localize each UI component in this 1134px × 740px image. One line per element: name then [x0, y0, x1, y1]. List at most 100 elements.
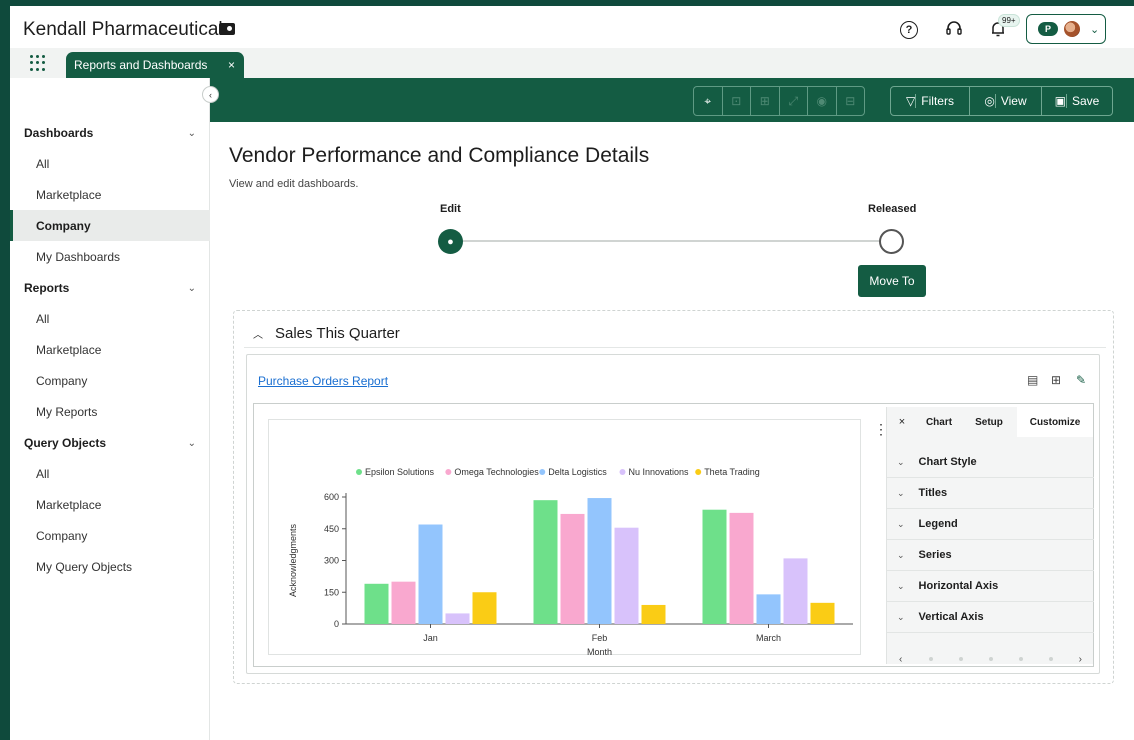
- workflow-track: [462, 240, 882, 242]
- widget-settings-icon[interactable]: ⊞: [751, 87, 780, 115]
- section-header[interactable]: ︿ Sales This Quarter: [253, 325, 400, 342]
- chevron-down-icon: ⌄: [897, 580, 905, 591]
- chevron-right-icon[interactable]: ›: [1079, 654, 1082, 665]
- legend-swatch: [619, 469, 626, 475]
- chevron-down-icon: ⌄: [187, 127, 196, 139]
- bar: [587, 498, 612, 624]
- sidebar-item-my-dashboards[interactable]: My Dashboards: [10, 241, 210, 272]
- bar: [641, 604, 666, 624]
- save-button[interactable]: ▣ Save: [1042, 87, 1112, 115]
- sidebar-section-query-objects[interactable]: Query Objects ⌄: [10, 428, 210, 458]
- sidebar-item-dashboards-company[interactable]: Company: [10, 210, 210, 241]
- sidebar-item-reports-all[interactable]: All: [10, 303, 210, 334]
- legend-swatch: [356, 469, 362, 475]
- page-title: Vendor Performance and Compliance Detail…: [229, 144, 650, 167]
- company-switch-icon[interactable]: [219, 23, 235, 35]
- stage-released-marker[interactable]: [879, 229, 904, 254]
- y-tick-label: 450: [324, 524, 339, 534]
- app-window: Kendall Pharmaceuticals ? 99+ P ⌄ Report…: [10, 6, 1134, 740]
- chevron-down-icon: ⌄: [1090, 23, 1100, 36]
- y-tick-label: 300: [324, 556, 339, 566]
- table-view-icon[interactable]: ▤: [1027, 373, 1038, 387]
- layout-icon[interactable]: ⊡: [723, 87, 751, 115]
- add-widget-icon[interactable]: ⌖: [694, 87, 723, 115]
- headset-icon[interactable]: [944, 19, 964, 39]
- chevron-down-icon: ⌄: [897, 549, 905, 560]
- chart-area: Epsilon Solutions Omega Technologies Delta…: [268, 419, 861, 657]
- account-menu-button[interactable]: P ⌄: [1026, 14, 1106, 44]
- section-title: Reports: [24, 281, 70, 295]
- sidebar-section-reports[interactable]: Reports ⌄: [10, 273, 210, 303]
- edit-pencil-icon[interactable]: ✎: [1076, 373, 1086, 387]
- tab-bar: Reports and Dashboards ×: [10, 48, 1134, 78]
- option-label: Chart Style: [918, 456, 977, 468]
- view-button[interactable]: ◎ View: [970, 87, 1042, 115]
- close-icon[interactable]: ×: [887, 407, 917, 437]
- option-vertical-axis[interactable]: ⌄ Vertical Axis: [887, 602, 1094, 633]
- option-legend[interactable]: ⌄ Legend: [887, 509, 1094, 540]
- notification-badge: 99+: [998, 14, 1020, 27]
- sidebar-item-query-company[interactable]: Company: [10, 520, 210, 551]
- cloud-profile-icon: P: [1038, 22, 1058, 36]
- bar: [445, 613, 470, 624]
- legend-label: Theta Trading: [704, 467, 760, 477]
- x-tick-label: March: [756, 633, 781, 643]
- app-launcher-icon[interactable]: [30, 55, 46, 71]
- section-title: Dashboards: [24, 126, 94, 140]
- user-edit-icon: ●: [447, 235, 454, 248]
- bar: [756, 594, 781, 624]
- x-tick-label: Feb: [592, 633, 608, 643]
- option-horizontal-axis[interactable]: ⌄ Horizontal Axis: [887, 571, 1094, 602]
- close-icon[interactable]: ×: [228, 58, 235, 72]
- legend-label: Delta Logistics: [548, 467, 607, 477]
- chevron-left-icon[interactable]: ‹: [899, 654, 902, 665]
- expand-icon[interactable]: ⤢: [780, 87, 808, 115]
- sidebar-section-dashboards[interactable]: Dashboards ⌄: [10, 118, 210, 148]
- chevron-down-icon: ⌄: [187, 282, 196, 294]
- chart-customize-panel: × Chart Setup Customize ⌄ Chart Style ⌄ Ti…: [886, 407, 1094, 665]
- tab-chart[interactable]: Chart: [917, 407, 961, 437]
- dashboard-toolbar: ⌖ ⊡ ⊞ ⤢ ◉ ⊟ ▽ Filters ◎ View ▣ Save: [210, 78, 1134, 122]
- option-chart-style[interactable]: ⌄ Chart Style: [887, 447, 1094, 478]
- filters-button[interactable]: ▽ Filters: [891, 87, 970, 115]
- sidebar-item-reports-marketplace[interactable]: Marketplace: [10, 334, 210, 365]
- option-series[interactable]: ⌄ Series: [887, 540, 1094, 571]
- eye-icon[interactable]: ◉: [808, 87, 837, 115]
- stage-edit-marker[interactable]: ●: [438, 229, 463, 254]
- sidebar-item-dashboards-all[interactable]: All: [10, 148, 210, 179]
- option-titles[interactable]: ⌄ Titles: [887, 478, 1094, 509]
- move-to-button[interactable]: Move To: [858, 265, 926, 297]
- filters-label: Filters: [921, 94, 954, 108]
- legend-swatch: [445, 469, 452, 475]
- stage-released-label: Released: [868, 203, 917, 215]
- chevron-down-icon: ⌄: [897, 518, 905, 529]
- option-label: Horizontal Axis: [918, 580, 999, 592]
- tab-reports-and-dashboards[interactable]: Reports and Dashboards ×: [66, 52, 244, 78]
- tab-label: Reports and Dashboards: [74, 58, 208, 72]
- help-icon[interactable]: ?: [900, 21, 918, 39]
- pagination-dots: [928, 657, 1053, 661]
- sidebar-item-my-reports[interactable]: My Reports: [10, 396, 210, 427]
- bar: [810, 602, 835, 624]
- section-title: Sales This Quarter: [275, 325, 400, 342]
- chevron-up-icon[interactable]: ︿: [253, 326, 263, 341]
- tab-setup[interactable]: Setup: [961, 407, 1017, 437]
- panel-pagination: ‹ ›: [887, 653, 1094, 665]
- x-tick-label: Jan: [423, 633, 438, 643]
- sidebar-item-query-all[interactable]: All: [10, 458, 210, 489]
- tab-customize[interactable]: Customize: [1017, 407, 1093, 437]
- x-axis-label: Month: [587, 647, 612, 656]
- option-label: Legend: [918, 518, 958, 530]
- view-label: View: [1000, 94, 1027, 108]
- sidebar-item-dashboards-marketplace[interactable]: Marketplace: [10, 179, 210, 210]
- collapse-sidebar-button[interactable]: ‹: [202, 86, 219, 103]
- bar: [560, 513, 585, 624]
- sidebar-item-query-marketplace[interactable]: Marketplace: [10, 489, 210, 520]
- sidebar-item-reports-company[interactable]: Company: [10, 365, 210, 396]
- legend-label: Epsilon Solutions: [365, 467, 435, 477]
- export-icon[interactable]: ⊟: [837, 87, 865, 115]
- legend-swatch: [539, 469, 546, 475]
- chart-view-icon[interactable]: ⊞: [1051, 373, 1061, 387]
- sidebar-item-my-query-objects[interactable]: My Query Objects: [10, 551, 210, 582]
- report-link[interactable]: Purchase Orders Report: [258, 374, 388, 388]
